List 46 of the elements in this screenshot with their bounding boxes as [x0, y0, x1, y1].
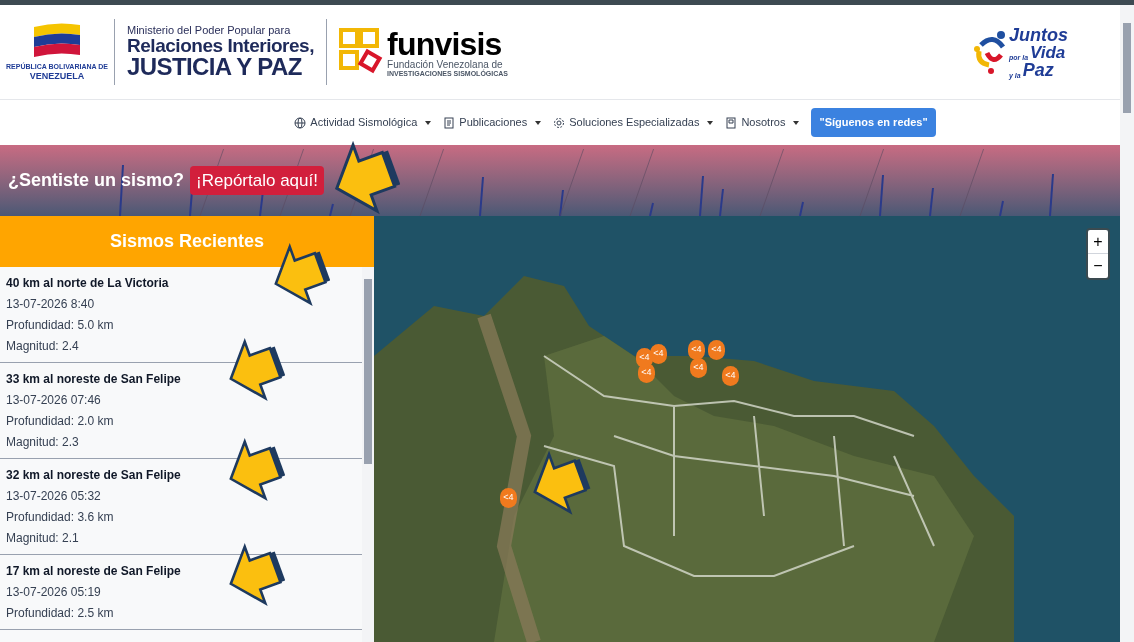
institute-name: funvisis	[387, 27, 503, 60]
earthquake-place: 33 km al noreste de San Felipe	[6, 371, 182, 387]
document-icon	[443, 116, 456, 129]
nav-menu-item[interactable]: Actividad Sismológica	[294, 114, 432, 131]
banner-question: ¿Sentiste un sismo?	[8, 169, 185, 192]
zoom-in-button[interactable]: +	[1088, 230, 1108, 254]
ministry-name: JUSTICIA Y PAZ	[127, 55, 302, 79]
earthquake-magnitude: Magnitud: 2.4	[6, 338, 80, 354]
social-button[interactable]: "Síguenos en redes"	[811, 108, 936, 137]
nav-menu-item[interactable]: Soluciones Especializadas	[553, 114, 714, 131]
earthquake-depth: Profundidad: 2.0 km	[6, 413, 115, 429]
country-name: VENEZUELA	[29, 69, 85, 83]
flag-icon	[32, 20, 82, 59]
earthquake-place: 17 km al noreste de San Felipe	[6, 563, 182, 579]
earthquake-magnitude: Magnitud: 2.1	[6, 530, 80, 546]
nav-menu-item[interactable]: Publicaciones	[443, 114, 542, 131]
earthquake-magnitude: Magnitud: 2.3	[6, 434, 80, 450]
campaign-title: Juntos	[1009, 25, 1068, 44]
campaign-title: Paz	[1022, 60, 1054, 79]
gear-icon	[553, 116, 566, 129]
institute-caption: Fundación Venezolana de	[387, 59, 503, 70]
earthquake-depth: Profundidad: 5.0 km	[6, 317, 115, 333]
campaign-title: Vida	[1030, 43, 1066, 61]
globe-icon	[294, 116, 307, 129]
panel-title: Sismos Recientes	[109, 230, 265, 253]
earthquake-time: 13-07-2026 07:46	[6, 392, 102, 408]
earthquake-depth: Profundidad: 2.5 km	[6, 605, 115, 621]
caret-icon	[535, 120, 542, 125]
report-button[interactable]: ¡Repórtalo aquí!	[190, 165, 324, 196]
scrollbar[interactable]	[362, 267, 374, 642]
zoom-out-button[interactable]: −	[1088, 254, 1108, 278]
earthquake-time: 13-07-2026 05:19	[6, 584, 102, 600]
ministry-name: Relaciones Interiores,	[127, 36, 315, 55]
page-scrollbar[interactable]	[1120, 5, 1134, 642]
book-icon	[725, 116, 738, 129]
earthquake-place: 40 km al norte de La Victoria	[6, 275, 170, 291]
caret-icon	[793, 120, 800, 125]
ministry-caption: Ministerio del Poder Popular para	[127, 25, 292, 36]
nav-menu-item[interactable]: Nosotros	[725, 114, 800, 131]
caret-icon	[425, 120, 432, 125]
earthquake-place: 32 km al noreste de San Felipe	[6, 467, 182, 483]
squares-logo-icon	[339, 28, 384, 76]
earthquake-depth: Profundidad: 3.6 km	[6, 509, 115, 525]
earthquake-time: 13-07-2026 8:40	[6, 296, 96, 312]
caret-icon	[707, 120, 714, 125]
earthquake-time: 13-07-2026 05:32	[6, 488, 102, 504]
